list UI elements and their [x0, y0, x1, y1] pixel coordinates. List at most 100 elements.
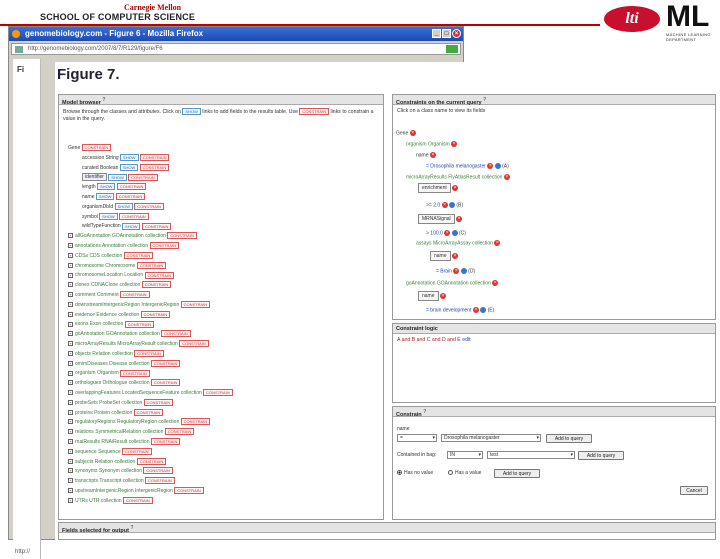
remove-icon[interactable]: ×	[503, 174, 510, 180]
constrain-link[interactable]: CONSTRAIN	[120, 369, 150, 377]
constrain-link[interactable]: CONSTRAIN	[180, 418, 211, 426]
reference-row[interactable]: + objects Relation collection CONSTRAIN	[68, 349, 378, 360]
constrain-link[interactable]: CONSTRAIN	[119, 212, 149, 220]
constrain-link[interactable]: CONSTRAIN	[179, 340, 209, 348]
constrain-link[interactable]: CONSTRAIN	[123, 251, 154, 259]
go-icon[interactable]	[446, 45, 458, 53]
reference-row[interactable]: + downstreamIntergenicRegion IntergenicRe…	[68, 300, 378, 311]
reference-row[interactable]: + goAnnotation GOAnnotation collection CO…	[68, 330, 378, 340]
reference-row[interactable]: + relations SymmetricalRelation collectio…	[68, 428, 378, 438]
expand-icon[interactable]: +	[68, 341, 73, 347]
bag-operator-select[interactable]: IN	[447, 451, 483, 459]
constrain-link[interactable]: CONSTRAIN	[136, 457, 167, 465]
no-value-option[interactable]: Has no value	[397, 470, 433, 476]
expand-icon[interactable]: +	[68, 488, 73, 494]
reference-name[interactable]: sequence Sequence	[75, 449, 121, 455]
expand-icon[interactable]: +	[68, 478, 73, 484]
reference-name[interactable]: goAnnotation GOAnnotation collection	[75, 331, 160, 337]
remove-icon[interactable]: ×	[472, 307, 479, 313]
expand-icon[interactable]: +	[68, 292, 73, 298]
constrain-link[interactable]: CONSTRAIN	[115, 193, 146, 201]
reference-name[interactable]: allGoAnnotation GOAnnotation collection	[75, 233, 166, 239]
reference-row[interactable]: + subjects Relation collection CONSTRAIN	[68, 457, 378, 468]
constrain-link[interactable]: CONSTRAIN	[141, 281, 172, 289]
close-icon[interactable]: ×	[452, 29, 461, 38]
help-icon[interactable]: ?	[130, 525, 133, 531]
constrain-link[interactable]: CONSTRAIN	[121, 447, 152, 455]
constrain-link[interactable]: CONSTRAIN	[149, 242, 180, 250]
reference-name[interactable]: microArrayResults MicroArrayResult colle…	[75, 341, 178, 347]
query-node-go-name[interactable]: name ×	[418, 291, 446, 302]
reference-row[interactable]: + clones CDNAClone collection CONSTRAIN	[68, 281, 378, 291]
query-node-gene[interactable]: Gene ×	[396, 130, 416, 136]
expand-icon[interactable]: +	[68, 252, 73, 258]
reference-row[interactable]: + chromosomeLocation Location CONSTRAIN	[68, 271, 378, 281]
remove-icon[interactable]: ×	[487, 163, 494, 169]
reference-row[interactable]: + synonyms Synonym collection CONSTRAIN	[68, 467, 378, 477]
expand-icon[interactable]: +	[68, 409, 73, 415]
reference-name[interactable]: clones CDNAClone collection	[75, 282, 140, 288]
query-node-mrnasignal[interactable]: MRNASignal ×	[418, 214, 463, 225]
expand-icon[interactable]: +	[68, 497, 73, 503]
constrain-link[interactable]: CONSTRAIN	[128, 173, 158, 181]
reference-name[interactable]: objects Relation collection	[75, 351, 133, 357]
constrain-link[interactable]: CONSTRAIN	[167, 232, 197, 240]
reference-row[interactable]: + organism Organism CONSTRAIN	[68, 369, 378, 379]
expand-icon[interactable]: +	[68, 311, 73, 317]
url-bar[interactable]: http://genomebiology.com/2007/8/7/R129/f…	[11, 43, 461, 55]
reference-row[interactable]: + chromosome Chromosome CONSTRAIN	[68, 261, 378, 272]
constrain-link[interactable]: CONSTRAIN	[203, 389, 233, 397]
query-node-microarray[interactable]: microArrayResults FlyAtlasResult collect…	[406, 174, 510, 180]
has-value-option[interactable]: Has a value	[448, 470, 481, 476]
reference-name[interactable]: orthologues Orthologue collection	[75, 380, 150, 386]
query-node-goannotation[interactable]: goAnnotation GOAnnotation collection ×	[406, 280, 499, 286]
expand-icon[interactable]: +	[68, 331, 73, 337]
add-to-query-button[interactable]: Add to query	[546, 434, 592, 443]
constrain-link[interactable]: CONSTRAIN	[133, 408, 164, 416]
edit-icon[interactable]	[480, 307, 487, 313]
expand-icon[interactable]: +	[68, 429, 73, 435]
expand-icon[interactable]: +	[68, 439, 73, 445]
remove-icon[interactable]: ×	[439, 293, 446, 299]
constrain-link[interactable]: CONSTRAIN	[124, 320, 155, 328]
remove-icon[interactable]: ×	[409, 130, 416, 136]
constrain-link[interactable]: CONSTRAIN	[134, 349, 164, 357]
reference-row[interactable]: + probeSets ProbeSet collection CONSTRAIN	[68, 398, 378, 409]
reference-row[interactable]: + overlappingFeatures LocatedSequenceFeat…	[68, 389, 378, 399]
remove-icon[interactable]: ×	[453, 268, 460, 274]
show-link[interactable]: SHOW	[108, 173, 127, 181]
cancel-button[interactable]: Cancel	[680, 486, 708, 495]
reference-name[interactable]: evidence Evidence collection	[75, 312, 139, 318]
query-node-assays[interactable]: assays MicroArrayAssay collection ×	[416, 240, 501, 246]
show-link[interactable]: SHOW	[97, 183, 116, 191]
reference-name[interactable]: relations SymmetricalRelation collection	[75, 429, 163, 435]
reference-row[interactable]: + evidence Evidence collection CONSTRAIN	[68, 310, 378, 321]
constrain-link[interactable]: CONSTRAIN	[180, 300, 211, 308]
reference-name[interactable]: rnaiResults RNAiResult collection	[75, 439, 149, 445]
query-node-assay-name[interactable]: name ×	[430, 251, 458, 262]
reference-name[interactable]: CDSs CDS collection	[75, 253, 122, 259]
reference-name[interactable]: comment Comment	[75, 292, 119, 298]
reference-row[interactable]: + proteins Protein collection CONSTRAIN	[68, 408, 378, 419]
bag-select[interactable]: test	[487, 451, 575, 459]
constrain-link[interactable]: CONSTRAIN	[174, 487, 204, 495]
reference-name[interactable]: upstreamIntergenicRegion IntergenicRegio…	[75, 488, 173, 494]
expand-icon[interactable]: +	[68, 448, 73, 454]
remove-icon[interactable]: ×	[492, 280, 499, 286]
expand-icon[interactable]: +	[68, 399, 73, 405]
edit-logic-link[interactable]: edit	[462, 337, 470, 343]
expand-icon[interactable]: +	[68, 390, 73, 396]
reference-row[interactable]: + microArrayResults MicroArrayResult coll…	[68, 340, 378, 350]
reference-name[interactable]: organism Organism	[75, 370, 119, 376]
reference-row[interactable]: + regulatoryRegions RegulatoryRegion coll…	[68, 418, 378, 428]
reference-name[interactable]: subjects Relation collection	[75, 459, 135, 465]
constrain-link[interactable]: CONSTRAIN	[81, 144, 112, 152]
constrain-link[interactable]: CONSTRAIN	[139, 153, 170, 161]
maximize-icon[interactable]: □	[442, 29, 451, 38]
expand-icon[interactable]: +	[68, 458, 73, 464]
reference-row[interactable]: + orthologues Orthologue collection CONST…	[68, 379, 378, 389]
query-node-name[interactable]: name ×	[416, 152, 436, 158]
reference-row[interactable]: + comment Comment CONSTRAIN	[68, 291, 378, 301]
reference-row[interactable]: + omimDiseases Disease collection CONSTRA…	[68, 359, 378, 370]
constrain-link[interactable]: CONSTRAIN	[116, 183, 147, 191]
